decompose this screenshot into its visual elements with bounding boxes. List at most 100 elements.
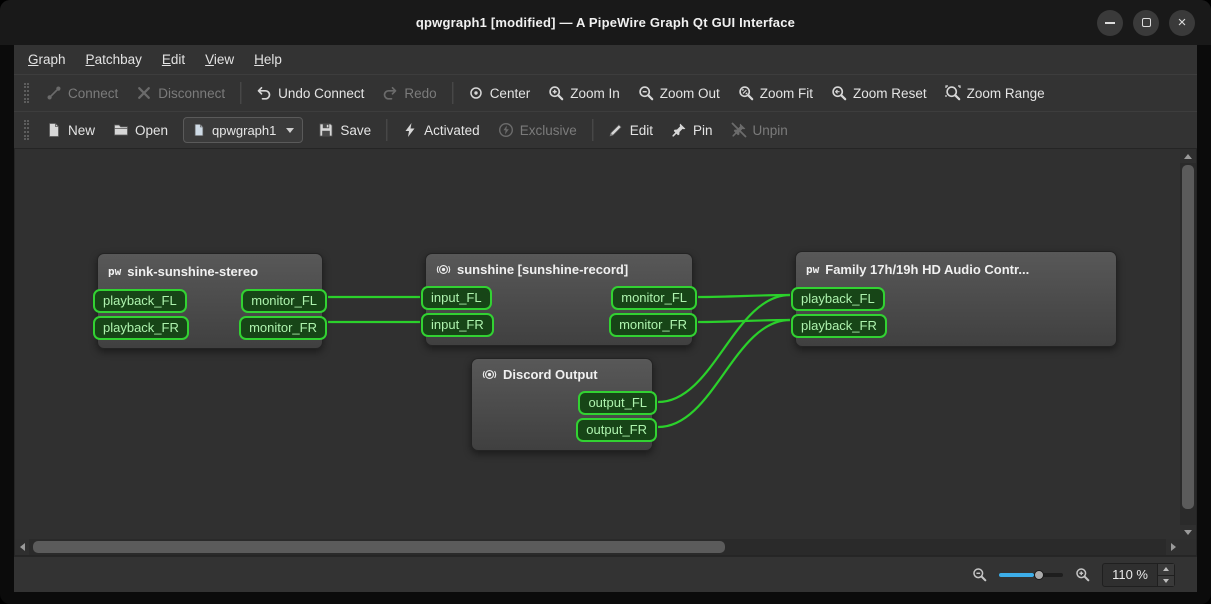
port-input[interactable]: playback_FL xyxy=(93,289,187,313)
zoom-spinbox[interactable]: 110 % xyxy=(1102,563,1175,587)
menu-view[interactable]: View xyxy=(195,47,244,72)
zoom-in-label: Zoom In xyxy=(570,86,620,101)
unpin-icon xyxy=(731,122,747,138)
center-button[interactable]: Center xyxy=(459,80,540,106)
pipewire-icon xyxy=(806,260,819,278)
vertical-scrollbar[interactable] xyxy=(1180,149,1196,539)
zoom-range-icon xyxy=(945,85,961,101)
scroll-left-button[interactable] xyxy=(15,539,29,555)
arrow-up-icon xyxy=(1163,567,1169,571)
zoom-in-button[interactable]: Zoom In xyxy=(539,80,629,106)
new-button[interactable]: New xyxy=(37,117,104,143)
edit-label: Edit xyxy=(630,123,653,138)
menu-graph[interactable]: Graph xyxy=(18,47,76,72)
open-label: Open xyxy=(135,123,168,138)
port-input[interactable]: input_FR xyxy=(421,313,494,337)
toolbar-drag-handle[interactable] xyxy=(24,120,29,140)
unpin-button[interactable]: Unpin xyxy=(722,117,797,143)
port-row: output_FL xyxy=(472,391,652,415)
zoom-out-icon[interactable] xyxy=(972,567,987,582)
save-icon xyxy=(318,122,334,138)
zoom-value[interactable]: 110 % xyxy=(1103,567,1157,582)
edit-pencil-icon xyxy=(608,122,624,138)
redo-label: Redo xyxy=(404,86,436,101)
chevron-down-icon xyxy=(286,128,294,133)
port-input[interactable]: playback_FR xyxy=(791,314,887,338)
port-row: playback_FL monitor_FL xyxy=(98,289,322,313)
zoom-slider[interactable] xyxy=(999,567,1063,583)
menubar: Graph Patchbay Edit View Help xyxy=(14,45,1197,74)
activated-toggle[interactable]: Activated xyxy=(393,117,489,143)
port-output[interactable]: output_FL xyxy=(578,391,657,415)
zoom-out-button[interactable]: Zoom Out xyxy=(629,80,729,106)
zoom-fit-button[interactable]: Zoom Fit xyxy=(729,80,822,106)
horizontal-scrollbar-row xyxy=(15,539,1196,555)
node-title: Discord Output xyxy=(503,367,598,382)
new-label: New xyxy=(68,123,95,138)
connect-button[interactable]: Connect xyxy=(37,80,127,106)
port-row: playback_FR xyxy=(796,314,1116,338)
port-output[interactable]: monitor_FL xyxy=(241,289,327,313)
zoom-out-icon xyxy=(638,85,654,101)
arrow-down-icon xyxy=(1163,579,1169,583)
port-output[interactable]: monitor_FR xyxy=(239,316,327,340)
zoom-spin-up-button[interactable] xyxy=(1158,564,1174,575)
port-input[interactable]: input_FL xyxy=(421,286,492,310)
pin-button[interactable]: Pin xyxy=(662,117,722,143)
scroll-up-button[interactable] xyxy=(1180,149,1196,163)
save-button[interactable]: Save xyxy=(309,117,380,143)
horizontal-scrollbar-thumb[interactable] xyxy=(33,541,725,553)
port-output[interactable]: monitor_FR xyxy=(609,313,697,337)
zoom-spin-down-button[interactable] xyxy=(1158,575,1174,586)
port-input[interactable]: playback_FL xyxy=(791,287,885,311)
scroll-right-button[interactable] xyxy=(1166,539,1180,555)
minimize-button[interactable] xyxy=(1097,10,1123,36)
exclusive-toggle[interactable]: Exclusive xyxy=(489,117,586,143)
port-row: playback_FR monitor_FR xyxy=(98,316,322,340)
horizontal-scrollbar[interactable] xyxy=(15,539,1180,555)
pin-label: Pin xyxy=(693,123,713,138)
node-sink-sunshine-stereo[interactable]: sink-sunshine-stereo playback_FL monitor… xyxy=(97,253,323,349)
edit-toggle[interactable]: Edit xyxy=(599,117,662,143)
toolbar-drag-handle[interactable] xyxy=(24,83,29,103)
center-label: Center xyxy=(490,86,531,101)
undo-connect-label: Undo Connect xyxy=(278,86,364,101)
undo-connect-button[interactable]: Undo Connect xyxy=(247,80,373,106)
arrow-right-icon xyxy=(1171,543,1176,551)
open-folder-icon xyxy=(113,122,129,138)
zoom-in-icon[interactable] xyxy=(1075,567,1090,582)
menu-help[interactable]: Help xyxy=(244,47,292,72)
zoom-reset-icon xyxy=(831,85,847,101)
port-row: output_FR xyxy=(472,418,652,442)
menu-edit[interactable]: Edit xyxy=(152,47,195,72)
toolbar-graph: Connect Disconnect Undo Connect Redo Cen… xyxy=(14,74,1197,111)
port-output[interactable]: output_FR xyxy=(576,418,657,442)
redo-icon xyxy=(382,85,398,101)
stream-icon xyxy=(436,262,451,277)
zoom-slider-handle[interactable] xyxy=(1034,570,1044,580)
unpin-label: Unpin xyxy=(753,123,788,138)
maximize-icon xyxy=(1142,18,1151,27)
maximize-button[interactable] xyxy=(1133,10,1159,36)
node-family-hd-audio[interactable]: Family 17h/19h HD Audio Contr... playbac… xyxy=(795,251,1117,347)
graph-canvas[interactable]: sink-sunshine-stereo playback_FL monitor… xyxy=(15,149,1180,539)
vertical-scrollbar-thumb[interactable] xyxy=(1182,165,1194,509)
port-output[interactable]: monitor_FL xyxy=(611,286,697,310)
redo-button[interactable]: Redo xyxy=(373,80,445,106)
open-button[interactable]: Open xyxy=(104,117,177,143)
node-discord-output[interactable]: Discord Output output_FL output_FR xyxy=(471,358,653,451)
zoom-range-label: Zoom Range xyxy=(967,86,1045,101)
patchbay-combo[interactable]: qpwgraph1 xyxy=(183,117,303,143)
scroll-down-button[interactable] xyxy=(1180,525,1196,539)
node-sunshine[interactable]: sunshine [sunshine-record] input_FL moni… xyxy=(425,253,693,346)
zoom-slider-fill xyxy=(999,573,1034,577)
zoom-range-button[interactable]: Zoom Range xyxy=(936,80,1054,106)
scrollbar-corner xyxy=(1180,539,1196,555)
zoom-fit-icon xyxy=(738,85,754,101)
menu-patchbay[interactable]: Patchbay xyxy=(76,47,152,72)
zoom-reset-button[interactable]: Zoom Reset xyxy=(822,80,936,106)
port-input[interactable]: playback_FR xyxy=(93,316,189,340)
toolbar-separator xyxy=(452,82,453,104)
disconnect-button[interactable]: Disconnect xyxy=(127,80,234,106)
close-button[interactable]: × xyxy=(1169,10,1195,36)
